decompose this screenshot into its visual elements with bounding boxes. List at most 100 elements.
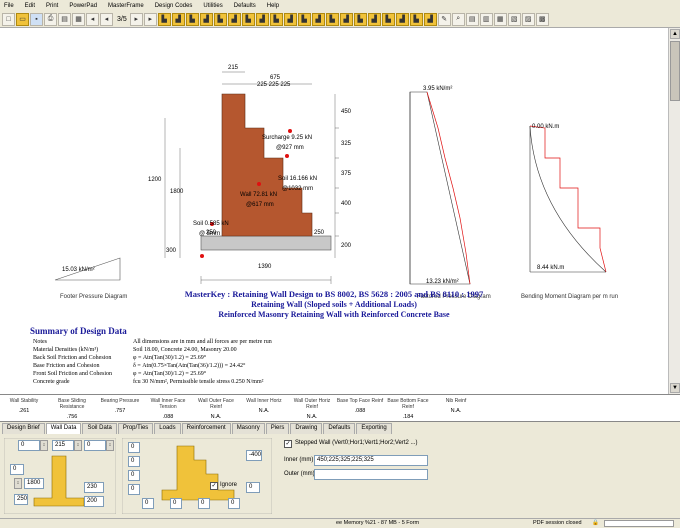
wall-type-15-icon[interactable]: ▙ bbox=[353, 12, 367, 26]
menu-powerpad[interactable]: PowerPad bbox=[69, 3, 97, 9]
zoom-icon[interactable]: ⌕ bbox=[451, 12, 465, 26]
wall-type-2-icon[interactable]: ▟ bbox=[171, 12, 185, 26]
factored-pressure-shape bbox=[409, 91, 471, 285]
wall-type-5-icon[interactable]: ▙ bbox=[213, 12, 227, 26]
tab-masonry[interactable]: Masonry bbox=[231, 423, 265, 434]
wall-input-0a[interactable]: 0 bbox=[18, 440, 40, 451]
wall-type-17-icon[interactable]: ▙ bbox=[381, 12, 395, 26]
open-folder-icon[interactable]: ▭ bbox=[16, 12, 29, 26]
wall-type-13-icon[interactable]: ▙ bbox=[325, 12, 339, 26]
summary-heading: Summary of Design Data bbox=[30, 326, 127, 336]
outer-steps-input[interactable] bbox=[314, 469, 428, 480]
wall-type-19-icon[interactable]: ▙ bbox=[409, 12, 423, 26]
menu-design-codes[interactable]: Design Codes bbox=[155, 3, 193, 9]
stepped-wall-label: Stepped Wall (Vert0;Hor1;Vert1;Hor2;Vert… bbox=[295, 440, 418, 446]
tab-prop-ties[interactable]: Prop/Ties bbox=[117, 423, 154, 434]
tab-design-brief[interactable]: Design Brief bbox=[2, 423, 45, 434]
pdf-session-status: PDF session closed bbox=[533, 520, 582, 526]
tools-icon[interactable]: ✎ bbox=[437, 12, 451, 26]
wall-height-spinner[interactable]: ↕ bbox=[14, 478, 22, 489]
view-6-icon[interactable]: ▩ bbox=[535, 12, 549, 26]
document-view[interactable]: 215 675 225 225 225 450 325 375 400 200 … bbox=[0, 28, 668, 394]
ignore-checkbox[interactable]: ✓ bbox=[210, 482, 218, 490]
preview-icon[interactable]: ▤ bbox=[58, 12, 71, 26]
wall-input-0c[interactable]: 0 bbox=[10, 464, 24, 475]
step-input-9[interactable]: 0 bbox=[228, 498, 240, 509]
step-input-2[interactable]: 0 bbox=[128, 456, 140, 467]
menu-help[interactable]: Help bbox=[267, 3, 279, 9]
wall-type-16-icon[interactable]: ▟ bbox=[367, 12, 381, 26]
wall-input-0b-spinner[interactable]: ↕ bbox=[106, 440, 114, 451]
view-4-icon[interactable]: ▧ bbox=[507, 12, 521, 26]
step-input-7[interactable]: 0 bbox=[198, 498, 210, 509]
wall-type-18-icon[interactable]: ▟ bbox=[395, 12, 409, 26]
step-input-3[interactable]: 0 bbox=[128, 470, 140, 481]
inner-steps-input[interactable]: 450;225;325;225;325 bbox=[314, 455, 428, 466]
page-next-icon[interactable]: ▸ bbox=[129, 12, 143, 26]
result-base-bottom-reinf: Base Bottom Face Reinf .184 bbox=[387, 398, 429, 420]
tab-defaults[interactable]: Defaults bbox=[323, 423, 356, 434]
menu-edit[interactable]: Edit bbox=[25, 3, 35, 9]
menu-file[interactable]: File bbox=[4, 3, 14, 9]
vertical-scrollbar[interactable]: ▲ ▼ bbox=[668, 28, 680, 394]
page-prev-icon[interactable]: ◂ bbox=[100, 12, 113, 26]
tab-soil-data[interactable]: Soil Data bbox=[82, 423, 117, 434]
summary-row: Back Soil Friction and Cohesion φ = Atn(T… bbox=[33, 355, 207, 361]
wall-type-6-icon[interactable]: ▟ bbox=[227, 12, 241, 26]
tab-drawing[interactable]: Drawing bbox=[290, 423, 323, 434]
wall-type-10-icon[interactable]: ▟ bbox=[283, 12, 297, 26]
back-arrow-icon[interactable]: ◂ bbox=[86, 12, 99, 26]
view-2-icon[interactable]: ▥ bbox=[479, 12, 493, 26]
new-file-icon[interactable]: □ bbox=[2, 12, 15, 26]
base-thickness-input[interactable]: 250 bbox=[14, 494, 28, 505]
base-width-input[interactable]: 230 bbox=[84, 482, 104, 493]
surcharge-position: @927 mm bbox=[276, 145, 304, 151]
step-input-4[interactable]: 0 bbox=[128, 484, 140, 495]
wall-thickness-spinner[interactable]: ↕ bbox=[74, 440, 82, 451]
menu-defaults[interactable]: Defaults bbox=[234, 3, 256, 9]
tab-loads[interactable]: Loads bbox=[154, 423, 181, 434]
scroll-up-icon[interactable]: ▲ bbox=[670, 29, 680, 39]
step-input-6[interactable]: 0 bbox=[170, 498, 182, 509]
surcharge-label: Surcharge 9.25 kN bbox=[262, 135, 312, 141]
tab-wall-data[interactable]: Wall Data bbox=[45, 423, 82, 434]
step-input-1[interactable]: 0 bbox=[128, 442, 140, 453]
heel-input[interactable]: 200 bbox=[84, 496, 104, 507]
summary-row: Base Friction and Cohesion δ = Atn(0.75×T… bbox=[33, 363, 246, 369]
view-3-icon[interactable]: ▦ bbox=[493, 12, 507, 26]
footer-pressure-value: 15.03 kN/m² bbox=[62, 267, 95, 273]
wall-type-11-icon[interactable]: ▙ bbox=[297, 12, 311, 26]
wall-input-0b[interactable]: 0 bbox=[84, 440, 106, 451]
wall-type-3-icon[interactable]: ▙ bbox=[185, 12, 199, 26]
step-input-5[interactable]: 0 bbox=[142, 498, 154, 509]
wall-thickness-input[interactable]: 215 bbox=[52, 440, 74, 451]
print-icon[interactable]: ⎙ bbox=[44, 12, 57, 26]
view-1-icon[interactable]: ▤ bbox=[465, 12, 479, 26]
wall-type-4-icon[interactable]: ▟ bbox=[199, 12, 213, 26]
wall-type-1-icon[interactable]: ▙ bbox=[157, 12, 171, 26]
tab-piers[interactable]: Piers bbox=[265, 423, 290, 434]
wall-type-20-icon[interactable]: ▟ bbox=[423, 12, 437, 26]
wall-type-9-icon[interactable]: ▙ bbox=[269, 12, 283, 26]
tab-reinforcement[interactable]: Reinforcement bbox=[181, 423, 231, 434]
step-offset-input[interactable]: -400 bbox=[246, 450, 262, 461]
page-last-icon[interactable]: ▸ bbox=[143, 12, 157, 26]
wall-height-input[interactable]: 1800 bbox=[24, 478, 44, 489]
menu-print[interactable]: Print bbox=[46, 3, 58, 9]
wall-type-7-icon[interactable]: ▙ bbox=[241, 12, 255, 26]
scroll-down-icon[interactable]: ▼ bbox=[670, 383, 680, 393]
wall-input-0a-spinner[interactable]: ↕ bbox=[40, 440, 48, 451]
result-bearing-pressure: Bearing Pressure .757 bbox=[100, 398, 140, 414]
wall-type-12-icon[interactable]: ▟ bbox=[311, 12, 325, 26]
stepped-wall-checkbox[interactable]: ✓ bbox=[284, 440, 292, 448]
wall-type-14-icon[interactable]: ▟ bbox=[339, 12, 353, 26]
menu-utilities[interactable]: Utilities bbox=[203, 3, 222, 9]
menu-masterframe[interactable]: MasterFrame bbox=[108, 3, 144, 9]
tab-exporting[interactable]: Exporting bbox=[356, 423, 392, 434]
save-icon[interactable]: ▪ bbox=[30, 12, 43, 26]
wall-type-8-icon[interactable]: ▟ bbox=[255, 12, 269, 26]
pdf-icon[interactable]: ▦ bbox=[72, 12, 85, 26]
view-5-icon[interactable]: ▨ bbox=[521, 12, 535, 26]
step-input-8[interactable]: 0 bbox=[246, 482, 260, 493]
scroll-thumb[interactable] bbox=[670, 41, 680, 101]
